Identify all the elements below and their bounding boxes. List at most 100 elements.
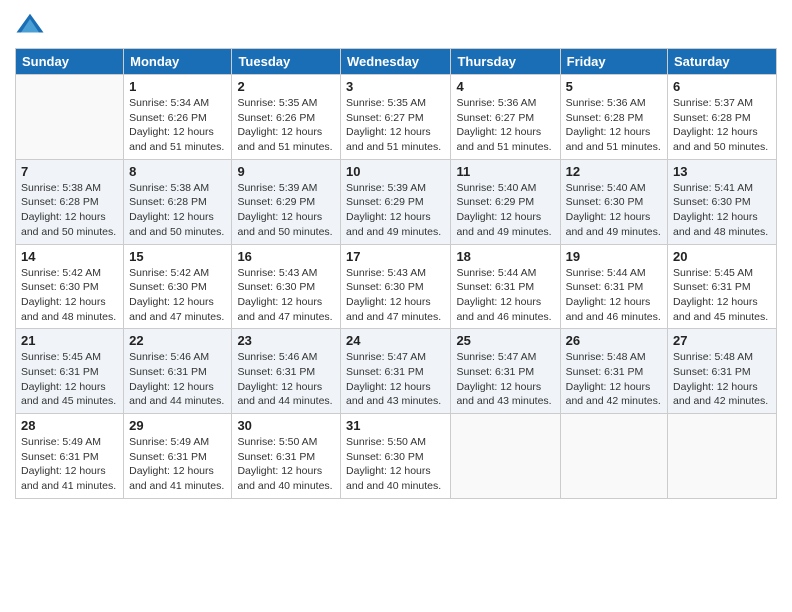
day-number: 25 xyxy=(456,333,554,348)
col-wednesday: Wednesday xyxy=(341,49,451,75)
day-info: Sunrise: 5:50 AMSunset: 6:31 PMDaylight:… xyxy=(237,435,335,494)
calendar-cell: 10 Sunrise: 5:39 AMSunset: 6:29 PMDayligh… xyxy=(341,159,451,244)
calendar-cell: 21 Sunrise: 5:45 AMSunset: 6:31 PMDayligh… xyxy=(16,329,124,414)
day-number: 1 xyxy=(129,79,226,94)
day-info: Sunrise: 5:37 AMSunset: 6:28 PMDaylight:… xyxy=(673,96,771,155)
calendar-cell: 17 Sunrise: 5:43 AMSunset: 6:30 PMDayligh… xyxy=(341,244,451,329)
calendar-week-row: 21 Sunrise: 5:45 AMSunset: 6:31 PMDayligh… xyxy=(16,329,777,414)
col-tuesday: Tuesday xyxy=(232,49,341,75)
day-info: Sunrise: 5:38 AMSunset: 6:28 PMDaylight:… xyxy=(21,181,118,240)
calendar-cell: 6 Sunrise: 5:37 AMSunset: 6:28 PMDaylight… xyxy=(668,75,777,160)
calendar-cell: 8 Sunrise: 5:38 AMSunset: 6:28 PMDaylight… xyxy=(124,159,232,244)
day-number: 11 xyxy=(456,164,554,179)
calendar-cell: 22Sunrise: 5:46 AMSunset: 6:31 PMDayligh… xyxy=(124,329,232,414)
day-number: 22 xyxy=(129,333,226,348)
day-info: Sunrise: 5:43 AMSunset: 6:30 PMDaylight:… xyxy=(346,266,445,325)
day-info: Sunrise: 5:49 AMSunset: 6:31 PMDaylight:… xyxy=(129,435,226,494)
day-info: Sunrise: 5:39 AMSunset: 6:29 PMDaylight:… xyxy=(346,181,445,240)
calendar-cell: 19 Sunrise: 5:44 AMSunset: 6:31 PMDayligh… xyxy=(560,244,667,329)
day-number: 20 xyxy=(673,249,771,264)
day-number: 24 xyxy=(346,333,445,348)
calendar-cell: 15 Sunrise: 5:42 AMSunset: 6:30 PMDayligh… xyxy=(124,244,232,329)
day-number: 30 xyxy=(237,418,335,433)
calendar-week-row: 14Sunrise: 5:42 AMSunset: 6:30 PMDayligh… xyxy=(16,244,777,329)
calendar-cell xyxy=(668,414,777,499)
day-info: Sunrise: 5:34 AMSunset: 6:26 PMDaylight:… xyxy=(129,96,226,155)
col-sunday: Sunday xyxy=(16,49,124,75)
day-info: Sunrise: 5:44 AMSunset: 6:31 PMDaylight:… xyxy=(566,266,662,325)
day-info: Sunrise: 5:46 AMSunset: 6:31 PMDaylight:… xyxy=(237,350,335,409)
day-info: Sunrise: 5:38 AMSunset: 6:28 PMDaylight:… xyxy=(129,181,226,240)
day-info: Sunrise: 5:42 AMSunset: 6:30 PMDaylight:… xyxy=(129,266,226,325)
calendar-cell: 25 Sunrise: 5:47 AMSunset: 6:31 PMDayligh… xyxy=(451,329,560,414)
day-info: Sunrise: 5:41 AMSunset: 6:30 PMDaylight:… xyxy=(673,181,771,240)
day-number: 13 xyxy=(673,164,771,179)
day-number: 6 xyxy=(673,79,771,94)
day-info: Sunrise: 5:36 AMSunset: 6:27 PMDaylight:… xyxy=(456,96,554,155)
calendar-cell xyxy=(560,414,667,499)
day-number: 17 xyxy=(346,249,445,264)
day-number: 29 xyxy=(129,418,226,433)
day-number: 8 xyxy=(129,164,226,179)
day-number: 19 xyxy=(566,249,662,264)
calendar-cell: 20Sunrise: 5:45 AMSunset: 6:31 PMDayligh… xyxy=(668,244,777,329)
calendar-cell: 23Sunrise: 5:46 AMSunset: 6:31 PMDayligh… xyxy=(232,329,341,414)
day-info: Sunrise: 5:50 AMSunset: 6:30 PMDaylight:… xyxy=(346,435,445,494)
calendar-week-row: 1 Sunrise: 5:34 AMSunset: 6:26 PMDaylight… xyxy=(16,75,777,160)
logo-icon xyxy=(15,10,45,40)
day-number: 26 xyxy=(566,333,662,348)
logo xyxy=(15,10,49,40)
calendar-cell: 1 Sunrise: 5:34 AMSunset: 6:26 PMDaylight… xyxy=(124,75,232,160)
calendar-cell: 2 Sunrise: 5:35 AMSunset: 6:26 PMDaylight… xyxy=(232,75,341,160)
col-saturday: Saturday xyxy=(668,49,777,75)
day-number: 3 xyxy=(346,79,445,94)
calendar-week-row: 28 Sunrise: 5:49 AMSunset: 6:31 PMDayligh… xyxy=(16,414,777,499)
calendar-cell: 31 Sunrise: 5:50 AMSunset: 6:30 PMDayligh… xyxy=(341,414,451,499)
calendar-cell: 13 Sunrise: 5:41 AMSunset: 6:30 PMDayligh… xyxy=(668,159,777,244)
calendar-cell xyxy=(16,75,124,160)
day-number: 10 xyxy=(346,164,445,179)
day-number: 12 xyxy=(566,164,662,179)
day-info: Sunrise: 5:43 AMSunset: 6:30 PMDaylight:… xyxy=(237,266,335,325)
day-number: 28 xyxy=(21,418,118,433)
calendar-cell: 7 Sunrise: 5:38 AMSunset: 6:28 PMDaylight… xyxy=(16,159,124,244)
day-info: Sunrise: 5:36 AMSunset: 6:28 PMDaylight:… xyxy=(566,96,662,155)
calendar-cell: 11 Sunrise: 5:40 AMSunset: 6:29 PMDayligh… xyxy=(451,159,560,244)
col-friday: Friday xyxy=(560,49,667,75)
calendar-cell: 29 Sunrise: 5:49 AMSunset: 6:31 PMDayligh… xyxy=(124,414,232,499)
calendar-cell: 30 Sunrise: 5:50 AMSunset: 6:31 PMDayligh… xyxy=(232,414,341,499)
calendar-cell: 5Sunrise: 5:36 AMSunset: 6:28 PMDaylight… xyxy=(560,75,667,160)
col-thursday: Thursday xyxy=(451,49,560,75)
day-info: Sunrise: 5:35 AMSunset: 6:27 PMDaylight:… xyxy=(346,96,445,155)
day-info: Sunrise: 5:40 AMSunset: 6:30 PMDaylight:… xyxy=(566,181,662,240)
day-number: 2 xyxy=(237,79,335,94)
calendar-cell: 26 Sunrise: 5:48 AMSunset: 6:31 PMDayligh… xyxy=(560,329,667,414)
day-info: Sunrise: 5:45 AMSunset: 6:31 PMDaylight:… xyxy=(21,350,118,409)
calendar-cell: 16Sunrise: 5:43 AMSunset: 6:30 PMDayligh… xyxy=(232,244,341,329)
calendar-cell: 12 Sunrise: 5:40 AMSunset: 6:30 PMDayligh… xyxy=(560,159,667,244)
day-number: 21 xyxy=(21,333,118,348)
calendar-cell: 27Sunrise: 5:48 AMSunset: 6:31 PMDayligh… xyxy=(668,329,777,414)
day-info: Sunrise: 5:44 AMSunset: 6:31 PMDaylight:… xyxy=(456,266,554,325)
day-info: Sunrise: 5:47 AMSunset: 6:31 PMDaylight:… xyxy=(456,350,554,409)
calendar-cell: 18Sunrise: 5:44 AMSunset: 6:31 PMDayligh… xyxy=(451,244,560,329)
day-info: Sunrise: 5:42 AMSunset: 6:30 PMDaylight:… xyxy=(21,266,118,325)
day-number: 4 xyxy=(456,79,554,94)
calendar-cell: 3 Sunrise: 5:35 AMSunset: 6:27 PMDaylight… xyxy=(341,75,451,160)
header-row: Sunday Monday Tuesday Wednesday Thursday… xyxy=(16,49,777,75)
day-number: 7 xyxy=(21,164,118,179)
col-monday: Monday xyxy=(124,49,232,75)
day-number: 31 xyxy=(346,418,445,433)
calendar-cell: 14Sunrise: 5:42 AMSunset: 6:30 PMDayligh… xyxy=(16,244,124,329)
day-info: Sunrise: 5:35 AMSunset: 6:26 PMDaylight:… xyxy=(237,96,335,155)
day-number: 27 xyxy=(673,333,771,348)
day-info: Sunrise: 5:40 AMSunset: 6:29 PMDaylight:… xyxy=(456,181,554,240)
day-number: 15 xyxy=(129,249,226,264)
calendar-cell: 24Sunrise: 5:47 AMSunset: 6:31 PMDayligh… xyxy=(341,329,451,414)
calendar-table: Sunday Monday Tuesday Wednesday Thursday… xyxy=(15,48,777,499)
day-info: Sunrise: 5:49 AMSunset: 6:31 PMDaylight:… xyxy=(21,435,118,494)
calendar-cell: 4 Sunrise: 5:36 AMSunset: 6:27 PMDaylight… xyxy=(451,75,560,160)
day-info: Sunrise: 5:39 AMSunset: 6:29 PMDaylight:… xyxy=(237,181,335,240)
calendar-cell: 9Sunrise: 5:39 AMSunset: 6:29 PMDaylight… xyxy=(232,159,341,244)
day-info: Sunrise: 5:48 AMSunset: 6:31 PMDaylight:… xyxy=(566,350,662,409)
